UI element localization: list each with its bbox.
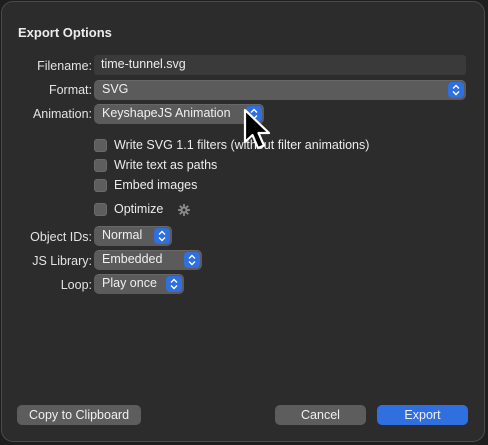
format-label: Format: xyxy=(48,83,92,97)
mouse-pointer-icon xyxy=(242,108,276,159)
cancel-button[interactable]: Cancel xyxy=(275,405,366,425)
copy-to-clipboard-button[interactable]: Copy to Clipboard xyxy=(17,405,141,425)
object-ids-value: Normal xyxy=(102,228,143,242)
format-popup[interactable]: SVG xyxy=(94,80,466,100)
option-optimize[interactable]: Optimize xyxy=(94,202,204,220)
filename-value: time-tunnel.svg xyxy=(101,57,186,71)
optimize-label: Optimize xyxy=(114,202,164,216)
animation-popup[interactable]: KeyshapeJS Animation xyxy=(94,104,264,124)
gear-icon[interactable] xyxy=(177,203,191,217)
js-library-label: JS Library: xyxy=(32,254,92,268)
export-options-dialog: Export Options Filename: time-tunnel.svg… xyxy=(1,1,485,442)
object-ids-label: Object IDs: xyxy=(30,230,92,244)
animation-value: KeyshapeJS Animation xyxy=(102,106,231,120)
svg11-filters-checkbox[interactable] xyxy=(94,139,107,152)
filename-field[interactable]: time-tunnel.svg xyxy=(94,55,466,75)
embed-images-checkbox[interactable] xyxy=(94,179,107,192)
format-value: SVG xyxy=(102,82,129,96)
loop-value: Play once xyxy=(102,276,157,290)
up-down-chevron-icon xyxy=(154,228,170,244)
object-ids-popup[interactable]: Normal xyxy=(94,226,172,246)
up-down-chevron-icon xyxy=(184,252,200,268)
text-as-paths-checkbox[interactable] xyxy=(94,159,107,172)
dialog-title: Export Options xyxy=(18,25,112,40)
text-as-paths-label: Write text as paths xyxy=(114,158,218,172)
up-down-chevron-icon xyxy=(166,276,182,292)
js-library-value: Embedded xyxy=(102,252,163,266)
export-button[interactable]: Export xyxy=(377,405,468,425)
optimize-checkbox[interactable] xyxy=(94,203,107,216)
loop-label: Loop: xyxy=(60,278,92,292)
up-down-chevron-icon xyxy=(448,82,464,98)
js-library-popup[interactable]: Embedded xyxy=(94,250,202,270)
loop-popup[interactable]: Play once xyxy=(94,274,184,294)
filename-label: Filename: xyxy=(37,59,92,73)
embed-images-label: Embed images xyxy=(114,178,198,192)
animation-label: Animation: xyxy=(32,107,92,121)
